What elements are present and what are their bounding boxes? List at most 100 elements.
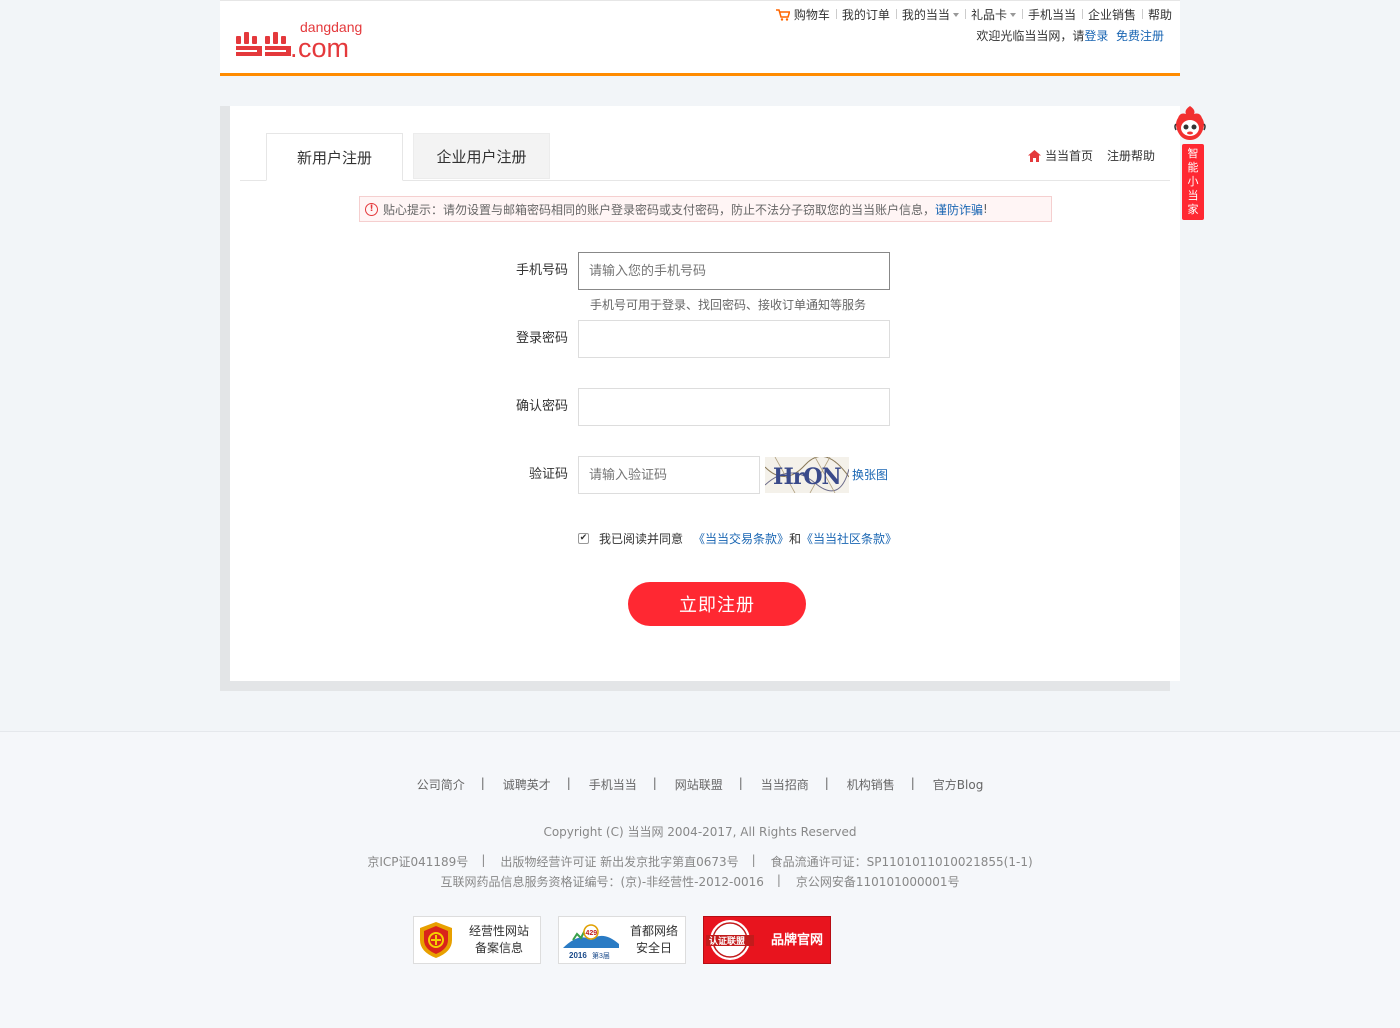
copyright: Copyright (C) 当当网 2004-2017, All Rights … — [543, 825, 857, 839]
phone-row: 手机号码 — [230, 252, 1180, 290]
phone-hint: 手机号可用于登录、找回密码、接收订单通知等服务 — [590, 298, 867, 312]
tab-enterprise-user[interactable]: 企业用户注册 — [413, 133, 550, 179]
icp-badge-line2: 备案信息 — [474, 941, 523, 955]
security-badge-line1: 首都网络 — [629, 924, 678, 938]
phone-input[interactable] — [578, 252, 890, 290]
welcome-text: 欢迎光临当当网，请 — [976, 29, 1085, 43]
confirm-password-label: 确认密码 — [515, 399, 568, 414]
free-register-link[interactable]: 免费注册 — [1116, 29, 1164, 43]
confirm-password-input[interactable] — [578, 388, 890, 426]
agree-and: 和 — [789, 532, 802, 546]
certification-seal-icon: 认证联盟 — [706, 920, 754, 960]
nav-my-dangdang[interactable]: 我的当当 — [895, 6, 965, 23]
helper-char: 家 — [1187, 203, 1199, 216]
nav-gift-card-label: 礼品卡 — [970, 8, 1007, 22]
top-navigation: 购物车 我的订单 我的当当 礼品卡 手机当当 企业销售 帮助 — [770, 6, 1178, 23]
brand-official-badge[interactable]: 认证联盟 品牌官网 — [703, 916, 831, 964]
captcha-label: 验证码 — [528, 467, 568, 482]
capital-network-security-badge[interactable]: 429 2016 第3届 首都网络 安全日 — [558, 916, 686, 964]
helper-char: 小 — [1187, 175, 1199, 188]
nav-enterprise-sales[interactable]: 企业销售 — [1081, 6, 1142, 23]
footer-link-careers[interactable]: 诚聘英才 — [481, 776, 570, 793]
nav-my-orders-label: 我的订单 — [841, 8, 890, 22]
brand-badge-emblem: 认证联盟 — [709, 935, 745, 947]
notice-suffix: ! — [983, 202, 988, 216]
security-badge-year: 2016 — [569, 951, 587, 960]
smart-assistant-widget[interactable]: 智 能 小 当 家 — [1172, 104, 1208, 222]
captcha-image[interactable]: HrON — [764, 455, 850, 494]
login-link[interactable]: 登录 — [1084, 29, 1108, 43]
captcha-input[interactable] — [578, 456, 760, 494]
chevron-down-icon — [1009, 12, 1016, 17]
icp-record-badge[interactable]: 经营性网站 备案信息 — [413, 916, 541, 964]
agree-checkbox[interactable]: ✔ — [578, 533, 589, 544]
footer-link-mobile[interactable]: 手机当当 — [567, 776, 656, 793]
captcha-refresh-link[interactable]: 换张图 — [852, 456, 888, 494]
svg-text:.: . — [290, 33, 298, 60]
nav-my-dangdang-label: 我的当当 — [901, 8, 950, 22]
register-submit-button[interactable]: 立即注册 — [628, 582, 806, 626]
site-footer: 公司简介 诚聘英才 手机当当 网站联盟 当当招商 机构销售 官方Blog Cop… — [0, 731, 1400, 1028]
home-icon — [1027, 149, 1041, 162]
nav-help[interactable]: 帮助 — [1141, 6, 1178, 23]
license-police[interactable]: 京公网安备110101000001号 — [777, 873, 976, 890]
nav-mobile[interactable]: 手机当当 — [1021, 6, 1082, 23]
license-icp[interactable]: 京ICP证041189号 — [351, 853, 484, 870]
brand-badge-label: 品牌官网 — [770, 932, 823, 948]
welcome-bar: 欢迎光临当当网，请登录 免费注册 — [976, 27, 1164, 44]
phone-label: 手机号码 — [515, 263, 568, 278]
helper-char: 智 — [1187, 147, 1199, 160]
license-pharma: 互联网药品信息服务资格证编号：(京)-非经营性-2012-0016 — [440, 875, 764, 889]
captcha-text: HrON — [773, 464, 842, 490]
footer-link-about[interactable]: 公司简介 — [398, 776, 484, 793]
home-link-label: 当当首页 — [1044, 149, 1093, 163]
licenses-row-1: 京ICP证041189号 出版物经营许可证 新出发京批字第直0673号 食品流通… — [0, 853, 1400, 870]
security-notice: ! 贴心提示：请勿设置与邮箱密码相同的账户登录密码或支付密码，防止不法分子窃取您… — [359, 196, 1052, 222]
community-terms-link[interactable]: 《当当社区条款》 — [801, 530, 897, 547]
mascot-icon — [1174, 106, 1206, 140]
cart-icon — [775, 8, 790, 21]
trade-terms-link[interactable]: 《当当交易条款》 — [693, 530, 789, 547]
nav-cart[interactable]: 购物车 — [770, 6, 836, 23]
smart-assistant-label: 智 能 小 当 家 — [1182, 144, 1204, 220]
nav-gift-card[interactable]: 礼品卡 — [964, 6, 1022, 23]
footer-link-merchants[interactable]: 当当招商 — [739, 776, 828, 793]
shield-icon — [420, 922, 452, 958]
security-badge-edition: 第3届 — [592, 951, 610, 960]
helper-char: 当 — [1187, 189, 1199, 202]
register-tabs: 新用户注册 企业用户注册 当当首页 注册帮助 — [240, 133, 1170, 181]
notice-text: 贴心提示：请勿设置与邮箱密码相同的账户登录密码或支付密码，防止不法分子窃取您的当… — [383, 202, 936, 217]
footer-link-affiliate[interactable]: 网站联盟 — [653, 776, 742, 793]
license-food: 食品流通许可证：SP1101011010021855(1-1) — [752, 853, 1049, 870]
security-badge-line2: 安全日 — [635, 941, 672, 955]
security-badge-emblem: 429 — [586, 930, 598, 937]
footer-link-blog[interactable]: 官方Blog — [911, 776, 1003, 793]
nav-help-label: 帮助 — [1147, 8, 1172, 22]
site-header: dangdang . com 购物车 我的订单 我的当当 礼品卡 手机当当 企业… — [220, 0, 1180, 76]
password-label: 登录密码 — [515, 331, 568, 346]
confirm-password-row: 确认密码 — [230, 388, 1180, 426]
register-help-link[interactable]: 注册帮助 — [1107, 147, 1155, 164]
footer-link-institution-sales[interactable]: 机构销售 — [825, 776, 914, 793]
great-wall-icon: 429 2016 第3届 — [563, 924, 619, 960]
helper-char: 能 — [1187, 161, 1199, 174]
footer-links: 公司简介 诚聘英才 手机当当 网站联盟 当当招商 机构销售 官方Blog — [0, 776, 1400, 793]
alert-icon: ! — [365, 202, 378, 216]
agree-text: 我已阅读并同意 — [599, 532, 684, 546]
agreement-row: ✔ 我已阅读并同意 《当当交易条款》 和 《当当社区条款》 — [578, 530, 897, 547]
nav-mobile-label: 手机当当 — [1027, 8, 1076, 22]
password-input[interactable] — [578, 320, 890, 358]
chevron-down-icon — [952, 12, 959, 17]
anti-fraud-link[interactable]: 谨防诈骗 — [935, 201, 983, 218]
logo-domain-text: com — [298, 33, 349, 60]
dangdang-logo[interactable]: dangdang . com — [234, 16, 374, 63]
license-publication: 出版物经营许可证 新出发京批字第直0673号 — [481, 853, 754, 870]
tab-new-user[interactable]: 新用户注册 — [266, 133, 403, 181]
icp-badge-line1: 经营性网站 — [468, 924, 529, 938]
nav-my-orders[interactable]: 我的订单 — [835, 6, 896, 23]
captcha-row: 验证码 HrON 换张图 — [230, 455, 1180, 494]
nav-cart-label: 购物车 — [793, 8, 830, 22]
home-link[interactable]: 当当首页 — [1027, 147, 1093, 164]
nav-enterprise-sales-label: 企业销售 — [1087, 8, 1136, 22]
register-panel: 新用户注册 企业用户注册 当当首页 注册帮助 ! 贴心提示：请勿设置与邮箱密码相… — [230, 106, 1180, 681]
